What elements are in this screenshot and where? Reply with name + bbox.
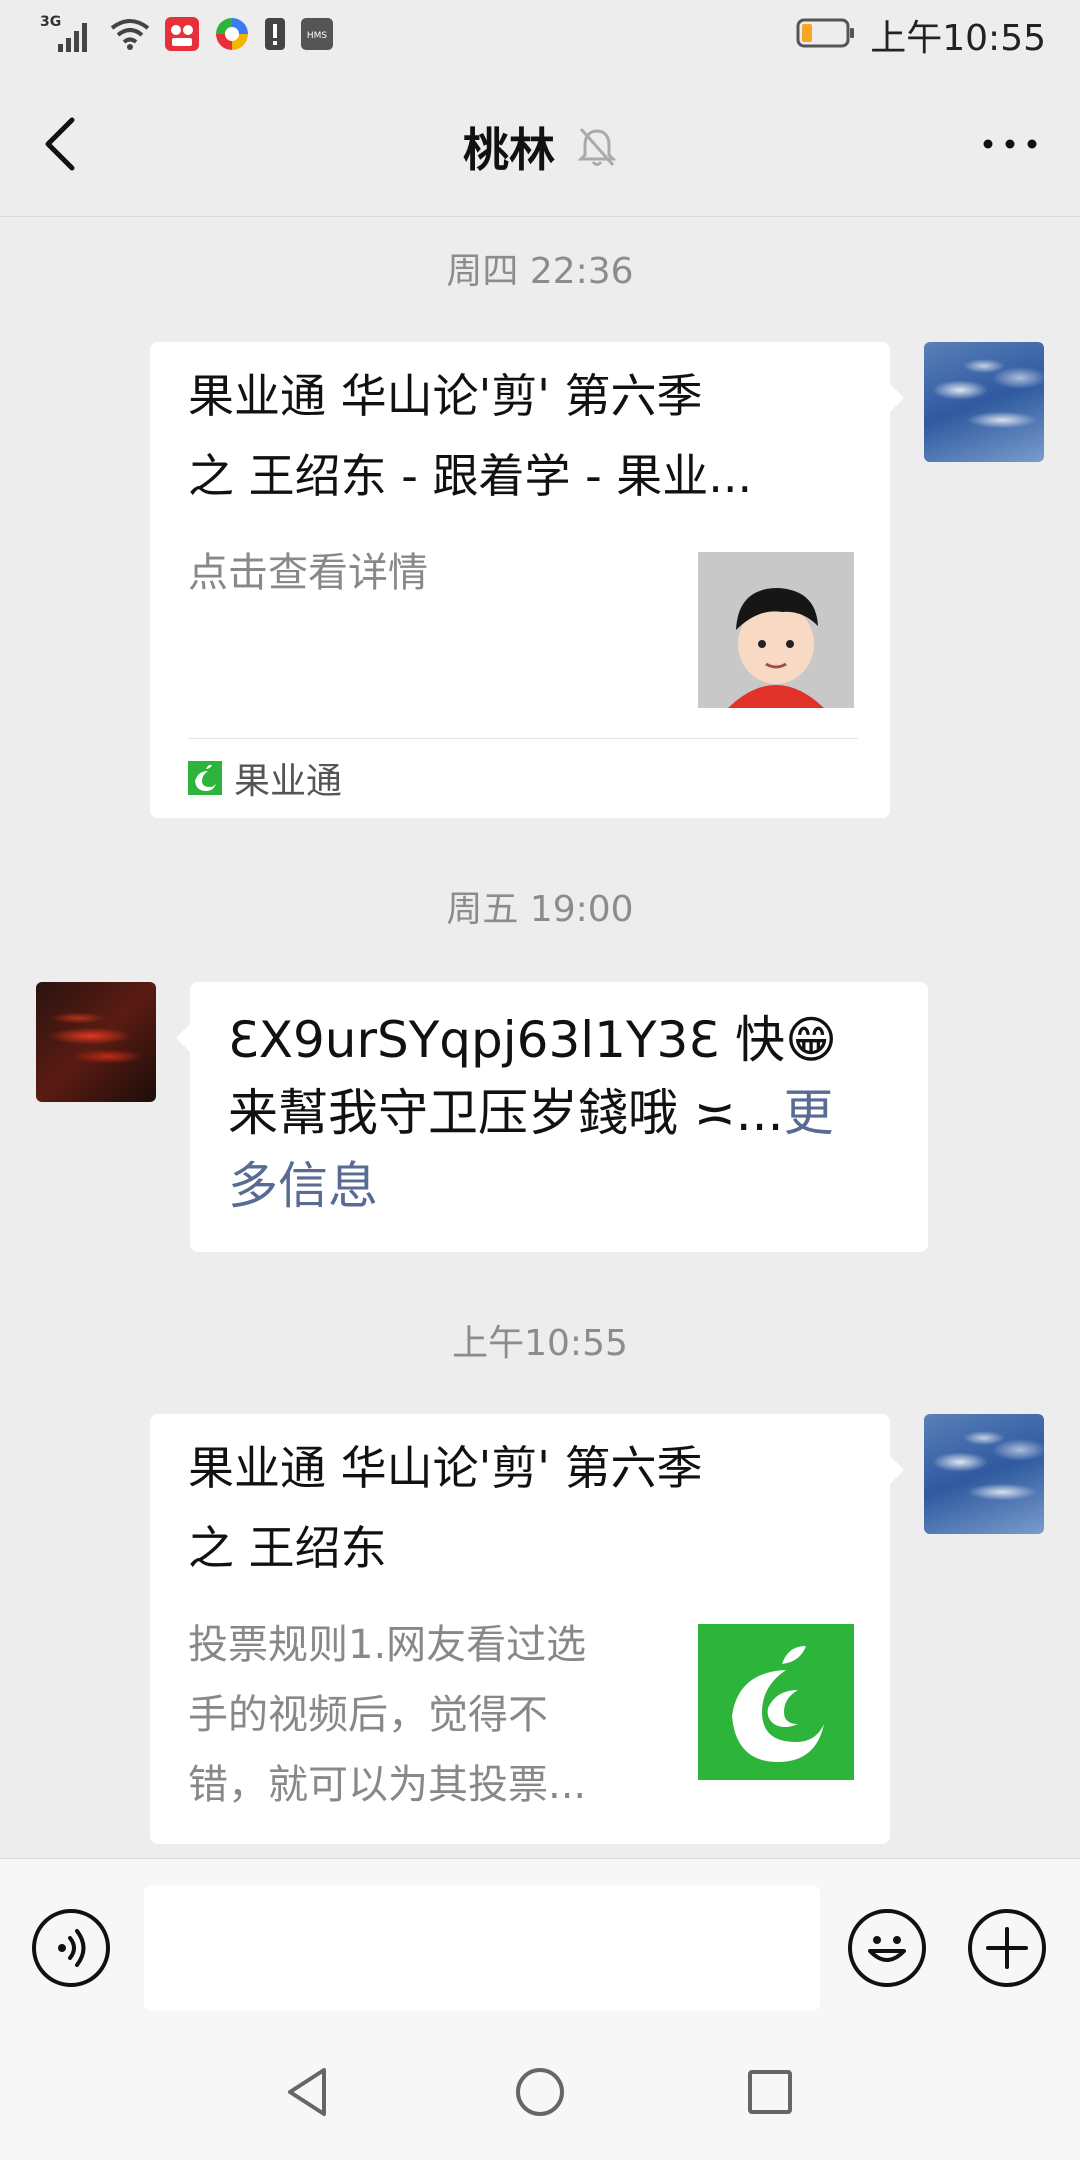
add-button[interactable] (968, 1909, 1046, 1987)
bell-off-icon (577, 128, 617, 166)
video-app-icon (164, 16, 200, 56)
status-bar: 3G HMS 上午10:55 (0, 0, 1080, 72)
card-divider (188, 738, 858, 739)
card-description: 手的视频后，觉得不 (188, 1692, 548, 1738)
more-button[interactable] (980, 132, 1040, 156)
card-title-line: 果业通 华山论'剪' 第六季 (188, 369, 703, 423)
cartoon-avatar-image (698, 552, 854, 708)
recents-square-icon[interactable] (746, 2068, 794, 2116)
emoji-button[interactable] (848, 1909, 926, 1987)
card-title-line: 果业通 华山论'剪' 第六季 (188, 1441, 703, 1495)
my-avatar[interactable] (924, 1414, 1044, 1534)
message-timestamp: 上午10:55 (452, 1323, 628, 1364)
battery-icon (796, 17, 856, 53)
signal-icon: 3G (40, 14, 96, 54)
message-text-line: 来幫我守卫压岁錢哦 ≍... (228, 1084, 784, 1142)
colorful-app-icon (214, 16, 250, 56)
home-circle-icon[interactable] (514, 2066, 566, 2118)
card-thumbnail (698, 552, 854, 708)
chat-title: 桃林 (463, 123, 555, 177)
voice-icon (58, 1929, 86, 1967)
text-message-bubble[interactable]: ƐX9urSYqpj63l1Y3Ɛ 快😁 来幫我守卫压岁錢哦 ≍...更 多信息 (176, 982, 928, 1252)
more-info-link[interactable]: 多信息 (228, 1150, 898, 1223)
system-navigation-bar (0, 2018, 1080, 2160)
alert-icon (264, 16, 286, 56)
guoyetong-logo-icon (698, 1624, 854, 1780)
more-info-link[interactable]: 更 (783, 1084, 833, 1142)
my-avatar[interactable] (924, 342, 1044, 462)
svg-text:HMS: HMS (307, 31, 328, 41)
card-title-line: 之 王绍东 (188, 1521, 387, 1575)
card-description: 投票规则1.网友看过选 (188, 1622, 587, 1668)
voice-button[interactable] (32, 1909, 110, 1987)
message-timestamp: 周四 22:36 (446, 251, 634, 292)
more-dots-icon (983, 139, 1037, 149)
contact-avatar[interactable] (36, 982, 156, 1102)
emoji-icon (868, 1936, 906, 1962)
message-timestamp: 周五 19:00 (446, 889, 634, 930)
message-input[interactable] (144, 1885, 820, 2011)
card-title-line: 之 王绍东 - 跟着学 - 果业... (188, 449, 753, 503)
link-card-message[interactable]: 果业通 华山论'剪' 第六季 之 王绍东 投票规则1.网友看过选 手的视频后，觉… (150, 1414, 904, 1844)
card-source: 果业通 (188, 752, 342, 804)
status-time: 上午10:55 (870, 18, 1046, 59)
input-bar (0, 1858, 1080, 2019)
plus-icon (986, 1927, 1028, 1969)
card-description: 点击查看详情 (188, 550, 428, 596)
chat-header: 桃林 (0, 72, 1080, 217)
back-triangle-icon[interactable] (284, 2066, 330, 2118)
guoyetong-logo-icon (188, 761, 222, 795)
message-text-line: ƐX9urSYqpj63l1Y3Ɛ 快😁 (228, 1011, 838, 1069)
card-description: 错，就可以为其投票... (188, 1762, 587, 1808)
network-type: 3G (40, 14, 62, 30)
card-thumbnail (698, 1624, 854, 1780)
hms-icon: HMS (300, 17, 334, 55)
wifi-icon (110, 18, 150, 54)
card-source-label: 果业通 (234, 761, 343, 802)
link-card-message[interactable]: 果业通 华山论'剪' 第六季 之 王绍东 - 跟着学 - 果业... 点击查看详… (150, 342, 904, 818)
